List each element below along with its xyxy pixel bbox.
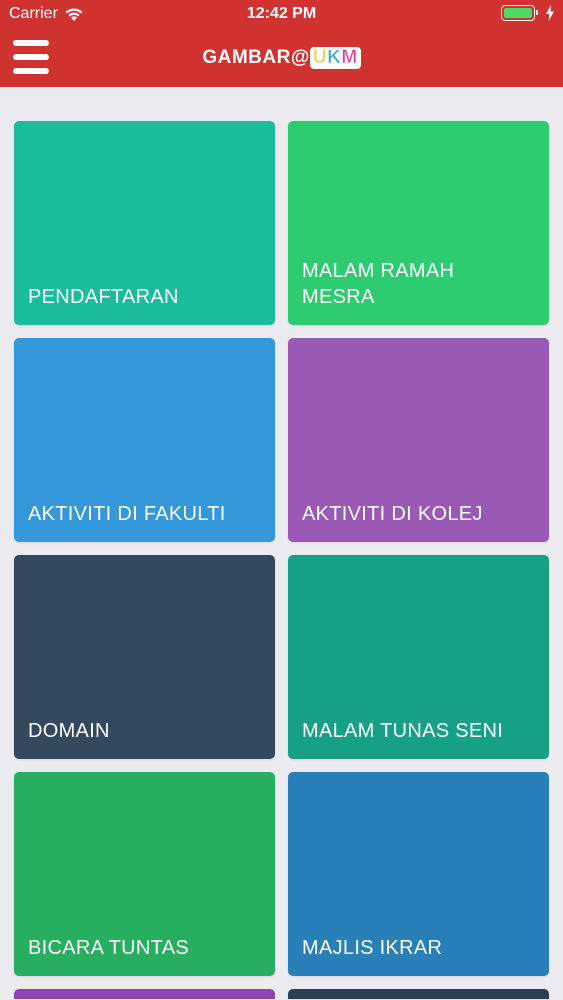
status-time: 12:42 PM bbox=[246, 5, 317, 22]
status-right bbox=[501, 5, 555, 21]
tile-label: DOMAIN bbox=[28, 720, 110, 742]
battery-icon bbox=[501, 5, 538, 21]
tile-pendaftaran[interactable]: PENDAFTARAN bbox=[14, 121, 275, 325]
tile-label: MALAM TUNAS SENI bbox=[302, 720, 504, 742]
tile-bicara-tuntas[interactable]: BICARA TUNTAS bbox=[14, 772, 275, 976]
logo-letter-k: K bbox=[327, 47, 342, 69]
tile-malam-tunas-seni[interactable]: MALAM TUNAS SENI bbox=[288, 555, 549, 759]
title-text: GAMBAR@ bbox=[202, 47, 310, 68]
tile-label: PENDAFTARAN bbox=[28, 286, 179, 308]
tile-label: MALAM RAMAH MESRA bbox=[302, 260, 455, 308]
logo-letter-m: M bbox=[341, 47, 358, 69]
tile-label: MAJLIS IKRAR bbox=[302, 937, 443, 959]
tile-label: BICARA TUNTAS bbox=[28, 937, 189, 959]
logo-letter-u: U bbox=[312, 47, 328, 69]
ukm-logo: UKM bbox=[309, 47, 361, 69]
category-grid: PENDAFTARAN MALAM RAMAH MESRA AKTIVITI D… bbox=[14, 121, 549, 999]
nav-bar: GAMBAR@ UKM bbox=[0, 30, 563, 87]
tile-partial-right[interactable] bbox=[288, 989, 549, 999]
battery-level bbox=[504, 8, 532, 18]
hamburger-icon bbox=[13, 40, 49, 46]
app-title: GAMBAR@ UKM bbox=[0, 47, 563, 69]
status-bar: Carrier 12:42 PM bbox=[0, 0, 563, 30]
tile-malam-ramah-mesra[interactable]: MALAM RAMAH MESRA bbox=[288, 121, 549, 325]
tile-majlis-ikrar[interactable]: MAJLIS IKRAR bbox=[288, 772, 549, 976]
tile-aktiviti-di-fakulti[interactable]: AKTIVITI DI FAKULTI bbox=[14, 338, 275, 542]
tile-label: AKTIVITI DI FAKULTI bbox=[28, 503, 226, 525]
tile-label: AKTIVITI DI KOLEJ bbox=[302, 503, 483, 525]
tile-partial-left[interactable] bbox=[14, 989, 275, 999]
tile-aktiviti-di-kolej[interactable]: AKTIVITI DI KOLEJ bbox=[288, 338, 549, 542]
charging-icon bbox=[546, 5, 554, 21]
tile-domain[interactable]: DOMAIN bbox=[14, 555, 275, 759]
